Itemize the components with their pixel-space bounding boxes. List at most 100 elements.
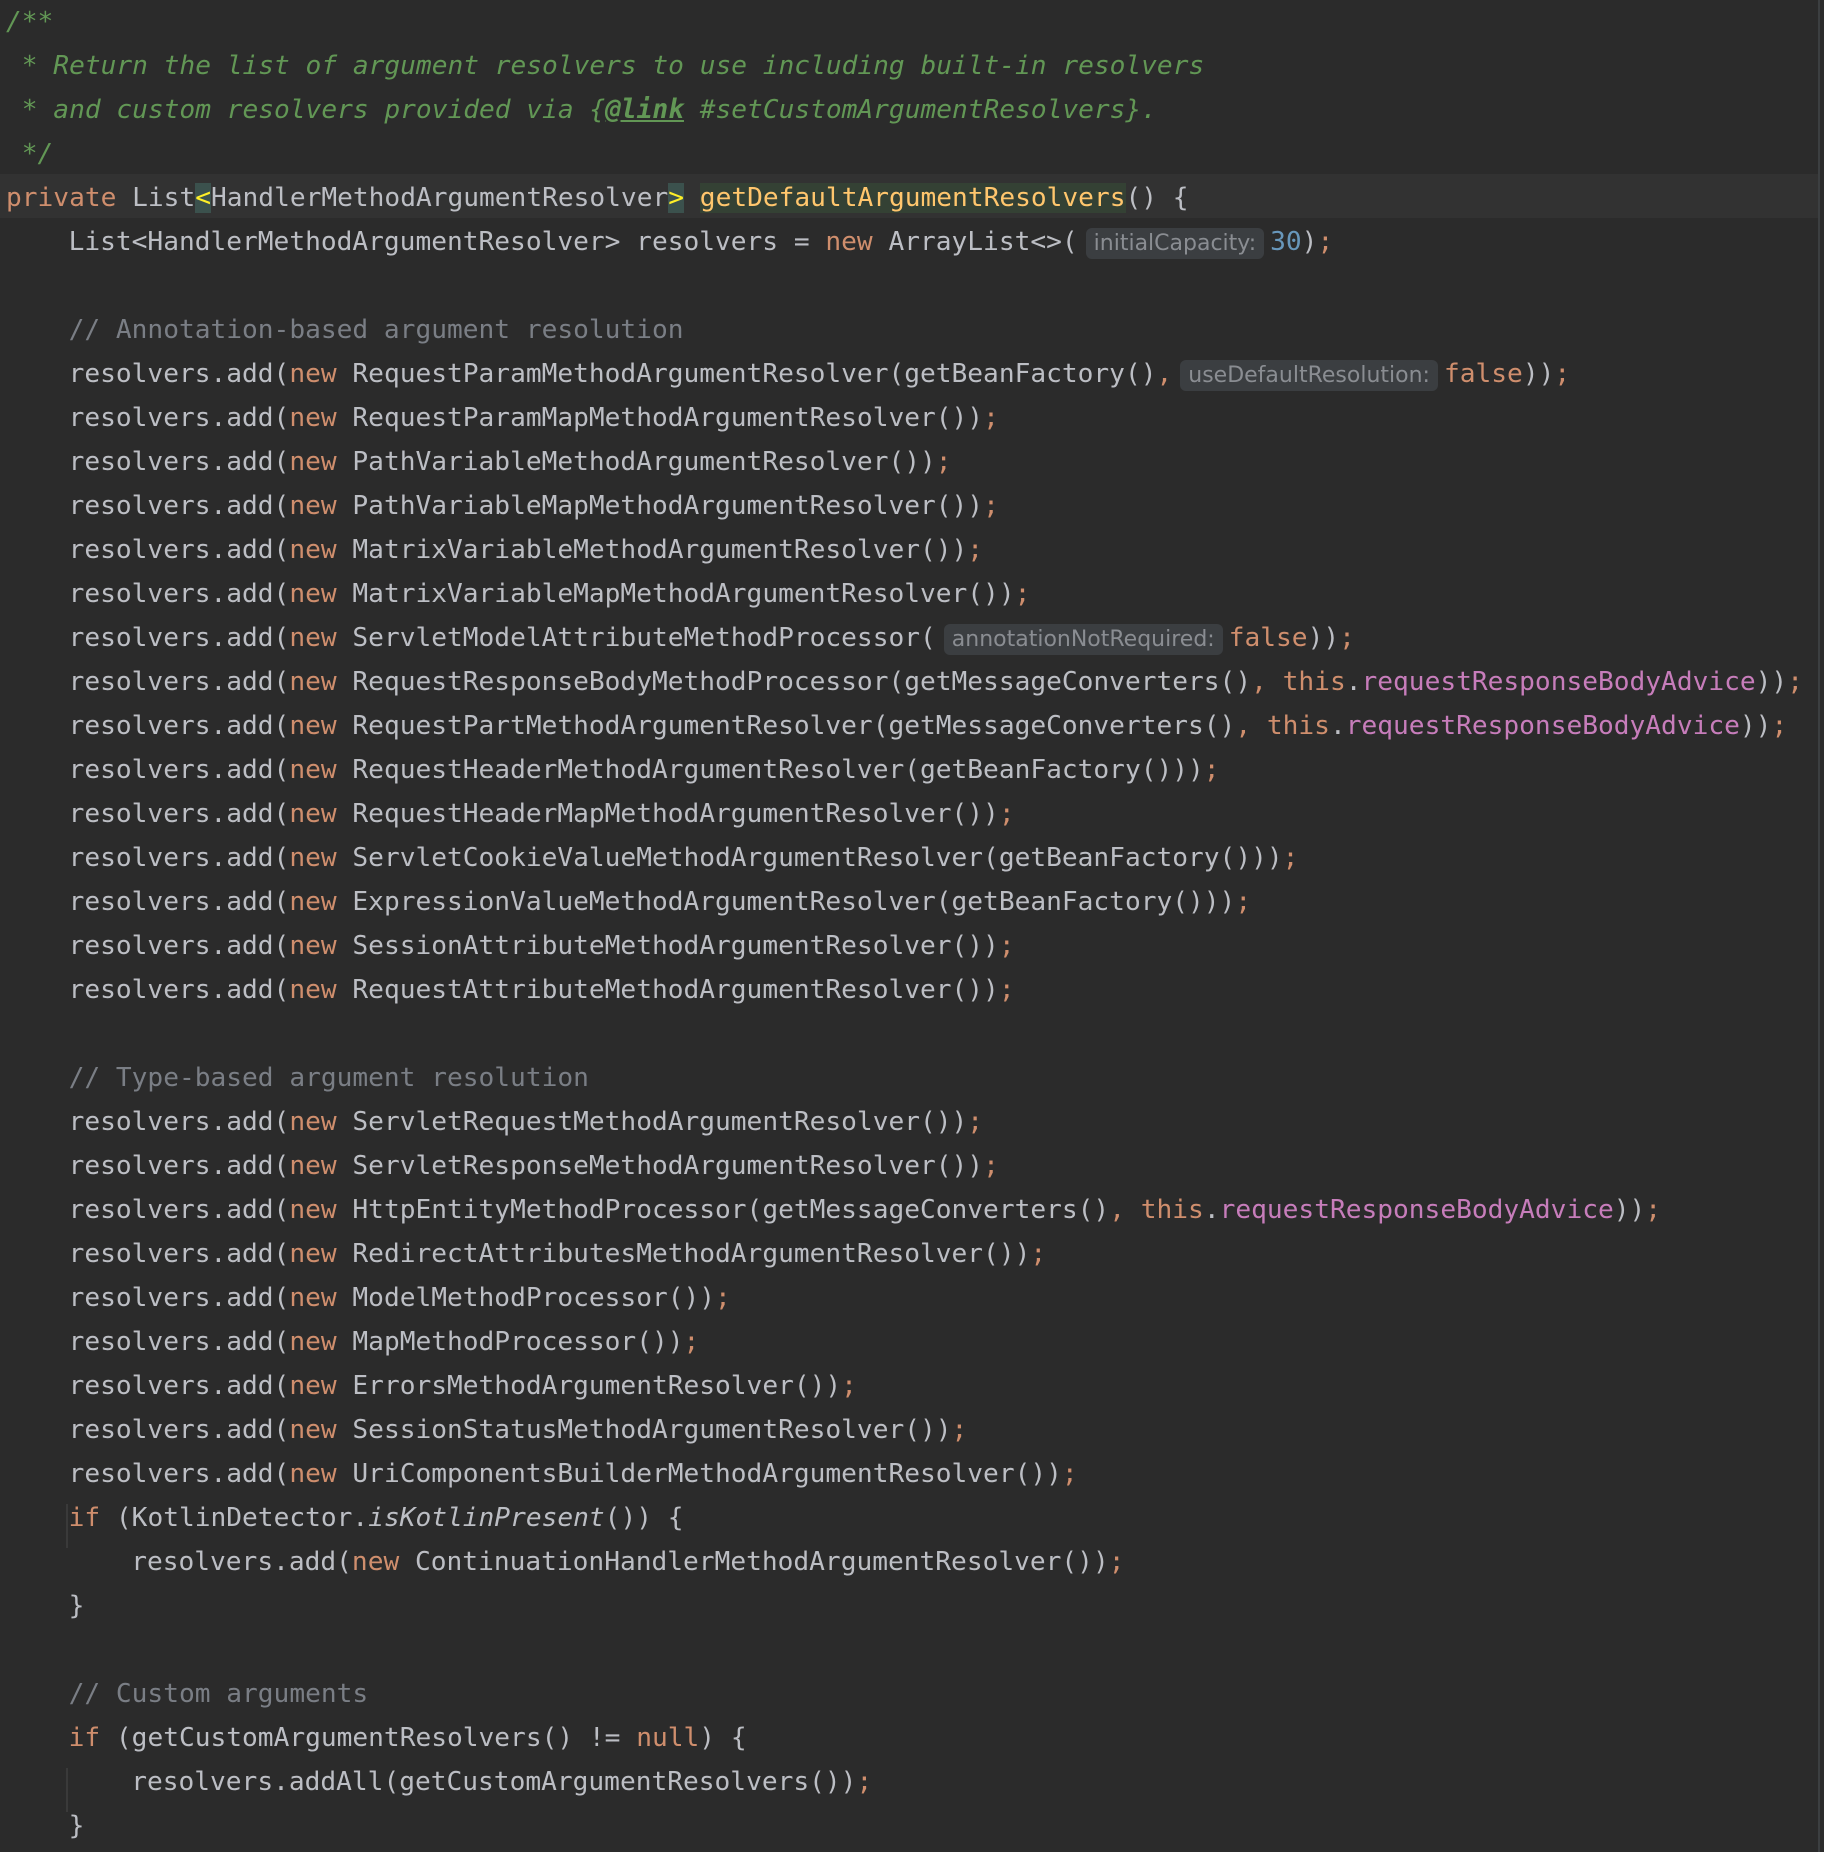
code-token: ; <box>1554 359 1571 389</box>
code-token: ) { <box>699 1723 747 1753</box>
code-line-comment-annotation-based[interactable]: // Annotation-based argument resolution <box>69 308 684 352</box>
code-line-add-session-status[interactable]: resolvers.add(new SessionStatusMethodArg… <box>69 1408 968 1452</box>
code-line-if-kotlin-present[interactable]: if (KotlinDetector.isKotlinPresent()) { <box>69 1496 684 1540</box>
code-line-comment-custom-arguments[interactable]: // Custom arguments <box>69 1672 369 1716</box>
code-line-add-uri-components-builder[interactable]: resolvers.add(new UriComponentsBuilderMe… <box>69 1452 1078 1496</box>
code-line-add-servlet-request[interactable]: resolvers.add(new ServletRequestMethodAr… <box>69 1100 983 1144</box>
code-line-doc-line-2[interactable]: * and custom resolvers provided via {@li… <box>6 88 1157 132</box>
code-token: ; <box>1203 755 1220 785</box>
code-line-if-custom-resolvers[interactable]: if (getCustomArgumentResolvers() != null… <box>69 1716 747 1760</box>
code-line-add-redirect-attributes[interactable]: resolvers.add(new RedirectAttributesMeth… <box>69 1232 1047 1276</box>
code-token: // Annotation-based argument resolution <box>68 315 684 345</box>
code-token: requestResponseBodyAdvice <box>1219 1195 1614 1225</box>
code-token: ServletRequestMethodArgumentResolver()) <box>352 1107 968 1137</box>
code-token: resolvers.add( <box>68 1107 290 1137</box>
code-token: resolvers.add( <box>68 1415 290 1445</box>
parameter-hint[interactable]: initialCapacity: <box>1085 228 1265 259</box>
parameter-hint[interactable]: useDefaultResolution: <box>1180 360 1438 391</box>
code-token: ; <box>1645 1195 1662 1225</box>
code-token: resolvers.add( <box>68 931 290 961</box>
code-line-add-map-method[interactable]: resolvers.add(new MapMethodProcessor()); <box>69 1320 700 1364</box>
code-token: )) <box>1739 711 1772 741</box>
code-line-close-if-kotlin[interactable]: } <box>69 1584 85 1628</box>
code-line-add-request-header[interactable]: resolvers.add(new RequestHeaderMethodArg… <box>69 748 1220 792</box>
code-token: , <box>1235 711 1267 741</box>
code-token: ; <box>998 931 1015 961</box>
code-line-add-request-param-map[interactable]: resolvers.add(new RequestParamMapMethodA… <box>69 396 999 440</box>
code-line-add-servlet-cookie-value[interactable]: resolvers.add(new ServletCookieValueMeth… <box>69 836 1299 880</box>
code-token: resolvers.add( <box>68 711 290 741</box>
code-token: () { <box>1125 183 1189 213</box>
code-token: ArrayList<>( <box>888 227 1078 257</box>
code-line-add-request-param[interactable]: resolvers.add(new RequestParamMethodArgu… <box>69 352 1571 396</box>
code-token: new <box>289 931 353 961</box>
code-token: new <box>289 975 353 1005</box>
code-line-add-http-entity[interactable]: resolvers.add(new HttpEntityMethodProces… <box>69 1188 1661 1232</box>
code-token: MapMethodProcessor()) <box>352 1327 684 1357</box>
code-line-add-errors-method[interactable]: resolvers.add(new ErrorsMethodArgumentRe… <box>69 1364 857 1408</box>
code-token: new <box>289 1415 353 1445</box>
code-line-add-request-response-body[interactable]: resolvers.add(new RequestResponseBodyMet… <box>69 660 1803 704</box>
code-token: new <box>289 579 353 609</box>
code-line-close-if-custom[interactable]: } <box>69 1804 85 1848</box>
code-token: resolvers.add( <box>68 1459 290 1489</box>
code-line-add-request-attribute[interactable]: resolvers.add(new RequestAttributeMethod… <box>69 968 1015 1012</box>
code-token: , <box>1156 359 1173 389</box>
code-token: . <box>1329 711 1346 741</box>
code-line-add-matrix-variable[interactable]: resolvers.add(new MatrixVariableMethodAr… <box>69 528 983 572</box>
code-line-add-path-variable[interactable]: resolvers.add(new PathVariableMethodArgu… <box>69 440 952 484</box>
code-token: new <box>289 1371 353 1401</box>
code-token: new <box>289 799 353 829</box>
code-line-add-all-custom-resolvers[interactable]: resolvers.addAll(getCustomArgumentResolv… <box>131 1760 872 1804</box>
code-token: ; <box>1061 1459 1078 1489</box>
code-token: private <box>6 183 133 213</box>
code-token: SessionAttributeMethodArgumentResolver()… <box>352 931 999 961</box>
code-line-add-servlet-model-attribute[interactable]: resolvers.add(new ServletModelAttributeM… <box>69 616 1355 660</box>
code-token: getDefaultArgumentResolvers <box>699 183 1126 213</box>
code-token: resolvers.add( <box>68 1195 290 1225</box>
code-line-add-session-attribute[interactable]: resolvers.add(new SessionAttributeMethod… <box>69 924 1015 968</box>
code-token: PathVariableMapMethodArgumentResolver()) <box>352 491 984 521</box>
code-line-comment-type-based[interactable]: // Type-based argument resolution <box>69 1056 589 1100</box>
code-token: RequestAttributeMethodArgumentResolver()… <box>352 975 999 1005</box>
code-token: )) <box>1613 1195 1646 1225</box>
code-token: false <box>1228 623 1308 653</box>
code-token: ; <box>967 535 984 565</box>
code-token: new <box>289 843 353 873</box>
code-token: resolvers.add( <box>131 1547 352 1577</box>
code-line-add-path-variable-map[interactable]: resolvers.add(new PathVariableMapMethodA… <box>69 484 999 528</box>
code-token: ; <box>856 1767 873 1797</box>
code-token: PathVariableMethodArgumentResolver()) <box>352 447 936 477</box>
parameter-hint[interactable]: annotationNotRequired: <box>943 624 1223 655</box>
code-token: (KotlinDetector. <box>115 1503 369 1533</box>
code-token: requestResponseBodyAdvice <box>1361 667 1756 697</box>
code-line-add-request-part[interactable]: resolvers.add(new RequestPartMethodArgum… <box>69 704 1788 748</box>
code-token: ; <box>983 491 999 521</box>
code-token: new <box>289 1151 353 1181</box>
code-line-resolvers-declaration[interactable]: List<HandlerMethodArgumentResolver> reso… <box>69 220 1333 264</box>
code-token: new <box>289 1283 353 1313</box>
code-token: resolvers.add( <box>68 403 290 433</box>
code-editor[interactable]: /** * Return the list of argument resolv… <box>0 0 1824 1852</box>
code-token: HandlerMethodArgumentResolver <box>211 183 669 213</box>
code-token: ContinuationHandlerMethodArgumentResolve… <box>415 1547 1109 1577</box>
code-line-add-model-method[interactable]: resolvers.add(new ModelMethodProcessor()… <box>69 1276 731 1320</box>
code-token: ) <box>1301 227 1318 257</box>
code-line-add-matrix-variable-map[interactable]: resolvers.add(new MatrixVariableMapMetho… <box>69 572 1031 616</box>
code-token: resolvers.add( <box>68 491 290 521</box>
code-token: MatrixVariableMapMethodArgumentResolver(… <box>352 579 1015 609</box>
code-line-doc-line-1[interactable]: * Return the list of argument resolvers … <box>6 44 1204 88</box>
code-token: new <box>289 447 353 477</box>
code-token: . <box>1345 667 1362 697</box>
code-line-add-servlet-response[interactable]: resolvers.add(new ServletResponseMethodA… <box>69 1144 999 1188</box>
code-token: new <box>289 887 353 917</box>
code-token: if <box>68 1503 116 1533</box>
code-line-add-expression-value[interactable]: resolvers.add(new ExpressionValueMethodA… <box>69 880 1252 924</box>
code-token: . <box>1203 1195 1220 1225</box>
code-line-doc-close[interactable]: */ <box>6 132 54 176</box>
code-line-doc-open[interactable]: /** <box>6 0 53 44</box>
code-line-method-signature[interactable]: private List<HandlerMethodArgumentResolv… <box>6 176 1189 220</box>
code-line-add-request-header-map[interactable]: resolvers.add(new RequestHeaderMapMethod… <box>69 792 1015 836</box>
code-token: RedirectAttributesMethodArgumentResolver… <box>352 1239 1031 1269</box>
code-line-add-continuation-handler[interactable]: resolvers.add(new ContinuationHandlerMet… <box>131 1540 1124 1584</box>
